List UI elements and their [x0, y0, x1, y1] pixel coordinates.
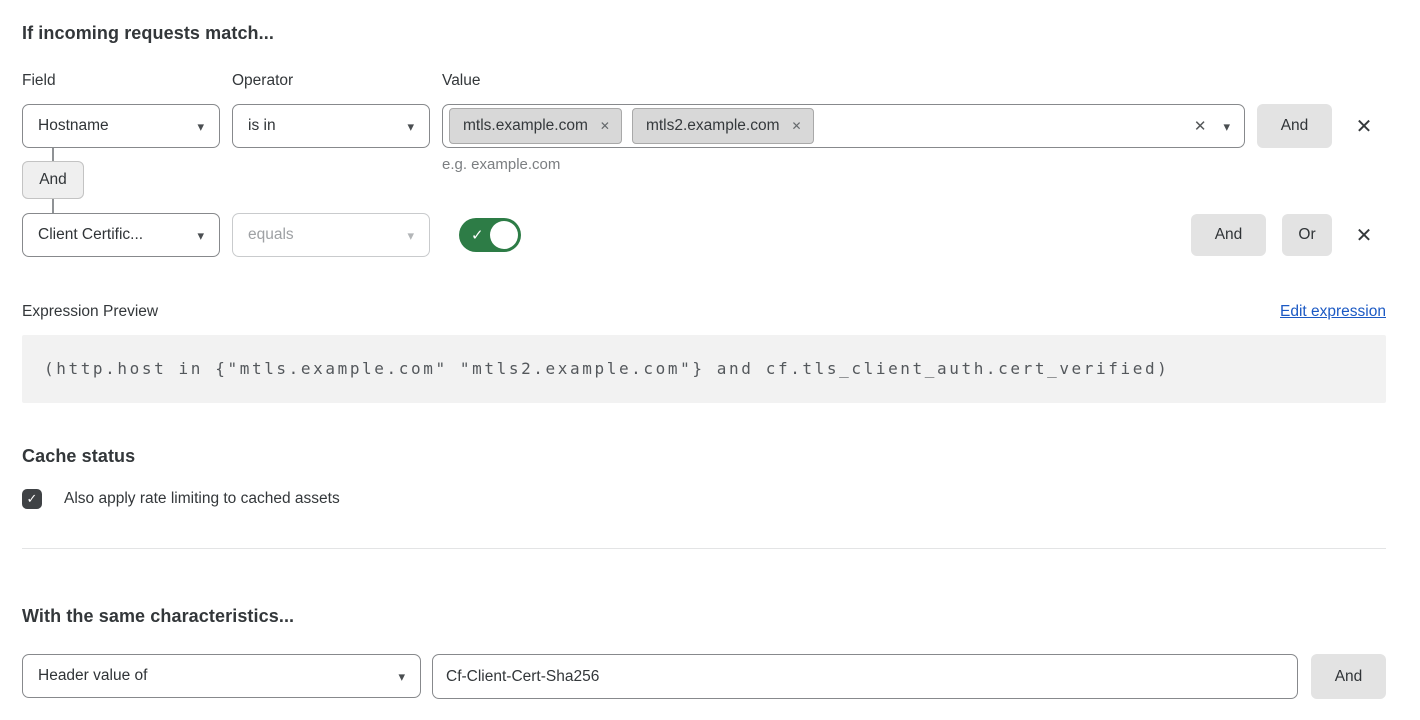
characteristics-row: Header value of ▾ And: [22, 654, 1386, 699]
and-button-characteristics[interactable]: And: [1311, 654, 1386, 699]
characteristic-select[interactable]: Header value of ▾: [22, 654, 421, 698]
match-section-title: If incoming requests match...: [22, 23, 1386, 44]
chevron-down-icon: ▾: [197, 229, 204, 242]
value-tag-list: mtls.example.com ✕ mtls2.example.com ✕: [449, 108, 1194, 144]
cached-assets-checkbox-label: Also apply rate limiting to cached asset…: [64, 490, 340, 508]
between-rows: And e.g. example.com: [22, 148, 1386, 213]
clear-values-icon[interactable]: ✕: [1194, 117, 1207, 135]
characteristics-title: With the same characteristics...: [22, 606, 1386, 627]
section-divider: [22, 548, 1386, 549]
expression-preview-label: Expression Preview: [22, 303, 158, 321]
edit-expression-link[interactable]: Edit expression: [1280, 303, 1386, 321]
remove-tag-icon[interactable]: ✕: [600, 119, 610, 133]
delete-row1-icon[interactable]: ✕: [1342, 104, 1386, 148]
toggle-knob: [490, 221, 518, 249]
row2-actions: And Or: [1191, 214, 1332, 256]
field-select-2[interactable]: Client Certific... ▾: [22, 213, 220, 257]
chevron-down-icon: ▾: [197, 120, 204, 133]
value-multiselect[interactable]: mtls.example.com ✕ mtls2.example.com ✕ ✕…: [442, 104, 1245, 148]
expression-preview-header: Expression Preview Edit expression: [22, 303, 1386, 321]
field-select-2-value: Client Certific...: [38, 226, 143, 244]
connector-line-bottom: [52, 199, 54, 213]
or-button-row2[interactable]: Or: [1282, 214, 1332, 256]
cached-assets-checkbox[interactable]: ✓: [22, 489, 42, 509]
operator-select-2-value: equals: [248, 226, 294, 244]
and-connector: And: [22, 148, 84, 213]
field-select-1-value: Hostname: [38, 117, 109, 135]
field-column-label: Field: [22, 72, 220, 90]
connector-line-top: [52, 148, 54, 161]
condition-row-1: Hostname ▾ is in ▾ mtls.example.com ✕ mt…: [22, 104, 1386, 148]
value-helper-text: e.g. example.com: [442, 156, 560, 173]
check-icon: ✓: [27, 491, 38, 507]
check-icon: ✓: [471, 226, 484, 244]
value-tag: mtls2.example.com ✕: [632, 108, 814, 144]
operator-column-label: Operator: [232, 72, 430, 90]
chevron-down-icon: ▾: [407, 120, 414, 133]
condition-row-2: Client Certific... ▾ equals ▾ ✓ And Or ✕: [22, 213, 1386, 257]
connector-and-button[interactable]: And: [22, 161, 84, 199]
value-box-actions: ✕ ▾: [1194, 117, 1230, 135]
rate-limit-rule-builder: If incoming requests match... Field Oper…: [0, 0, 1420, 699]
cert-verified-toggle[interactable]: ✓: [459, 218, 521, 252]
chevron-down-icon: ▾: [398, 670, 405, 683]
header-name-input[interactable]: [432, 654, 1298, 699]
delete-row2-icon[interactable]: ✕: [1342, 223, 1386, 248]
remove-tag-icon[interactable]: ✕: [791, 119, 801, 133]
chevron-down-icon[interactable]: ▾: [1223, 120, 1230, 133]
value-tag: mtls.example.com ✕: [449, 108, 622, 144]
and-button-row2[interactable]: And: [1191, 214, 1266, 256]
value-tag-label: mtls2.example.com: [646, 117, 780, 135]
operator-select-1-value: is in: [248, 117, 276, 135]
column-labels: Field Operator Value: [22, 72, 1386, 90]
and-button-row1[interactable]: And: [1257, 104, 1332, 148]
operator-select-1[interactable]: is in ▾: [232, 104, 430, 148]
operator-select-2: equals ▾: [232, 213, 430, 257]
value-column-label: Value: [442, 72, 1386, 90]
cache-checkbox-row: ✓ Also apply rate limiting to cached ass…: [22, 489, 1386, 509]
expression-code-block: (http.host in {"mtls.example.com" "mtls2…: [22, 335, 1386, 403]
cache-status-title: Cache status: [22, 446, 1386, 467]
value-tag-label: mtls.example.com: [463, 117, 588, 135]
field-select-1[interactable]: Hostname ▾: [22, 104, 220, 148]
chevron-down-icon: ▾: [407, 229, 414, 242]
characteristic-select-value: Header value of: [38, 667, 147, 685]
